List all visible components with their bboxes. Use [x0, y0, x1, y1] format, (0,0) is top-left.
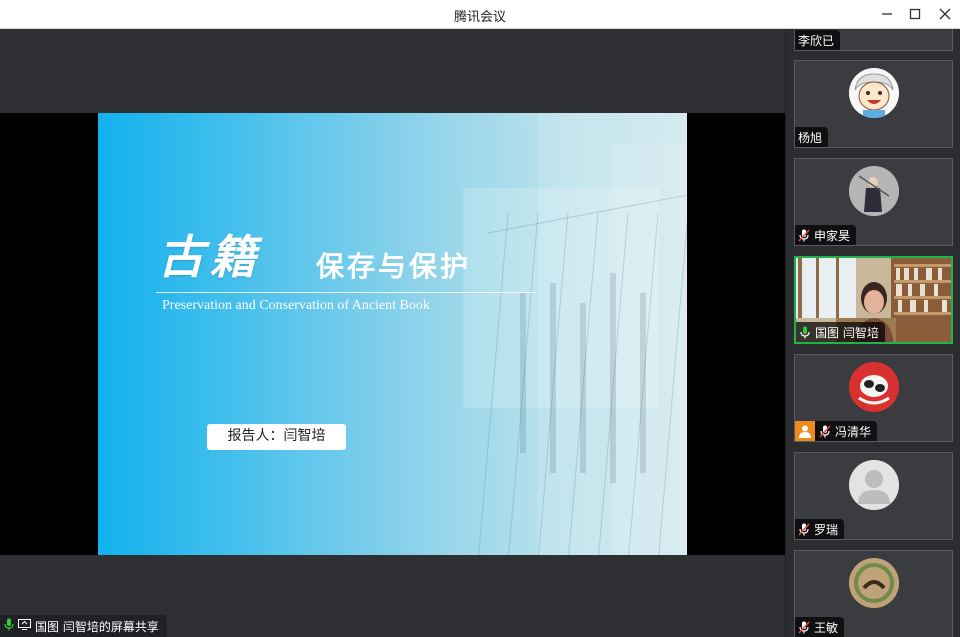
mic-muted-icon [798, 620, 810, 634]
screen-share-label: 国图 闫智培的屏幕共享 [35, 619, 159, 634]
participant-tile[interactable]: 王敏 [794, 550, 953, 637]
minimize-icon[interactable] [876, 4, 898, 24]
mic-muted-icon [798, 522, 810, 536]
mic-muted-icon [798, 228, 810, 242]
participant-tile[interactable]: 申家昊 [794, 158, 953, 246]
slide-subtitle-cn: 保存与保护 [316, 250, 472, 283]
participant-name: 杨旭 [798, 130, 823, 145]
participant-tile[interactable]: 杨旭 [794, 60, 953, 148]
participant-tile-active-speaker[interactable]: 国图 闫智培 [794, 256, 953, 344]
host-user-icon [795, 421, 815, 441]
mic-muted-icon [819, 424, 831, 438]
participant-name: 冯清华 [835, 424, 872, 439]
participant-name-tag: 申家昊 [795, 225, 857, 245]
avatar [849, 68, 899, 118]
shared-screen-stage: 古籍 保存与保护 Preservation and Conservation o… [0, 113, 785, 555]
participant-name: 申家昊 [814, 228, 851, 243]
participant-name-tag: 冯清华 [795, 421, 878, 441]
participant-name: 国图 闫智培 [815, 325, 879, 340]
presentation-slide: 古籍 保存与保护 Preservation and Conservation o… [98, 113, 687, 555]
participant-tile[interactable]: 冯清华 [794, 354, 953, 442]
slide-reporter-label: 报告人：闫智培 [207, 424, 346, 450]
mic-icon [4, 618, 14, 634]
participant-name-tag: 杨旭 [795, 127, 829, 147]
maximize-icon[interactable] [904, 4, 926, 24]
avatar [849, 460, 899, 510]
participant-sidebar[interactable]: 李欣已 杨旭 申家昊 国图 闫智培 冯清华 罗瑞 王敏 [785, 29, 960, 637]
participant-name: 罗瑞 [814, 522, 839, 537]
close-icon[interactable] [934, 4, 956, 24]
window-title: 腾讯会议 [453, 10, 506, 25]
ancient-book-watermark [478, 194, 687, 555]
participant-name-tag: 李欣已 [795, 30, 841, 50]
participant-name-tag: 国图 闫智培 [796, 322, 885, 342]
slide-divider [156, 292, 536, 293]
avatar [849, 362, 899, 412]
participant-tile[interactable]: 李欣已 [794, 29, 953, 51]
participant-name: 李欣已 [798, 33, 835, 48]
participant-name-tag: 王敏 [795, 617, 845, 637]
mic-active-icon [799, 326, 811, 339]
participant-tile[interactable]: 罗瑞 [794, 452, 953, 540]
avatar [849, 166, 899, 216]
avatar [849, 558, 899, 608]
screen-share-badge: 国图 闫智培的屏幕共享 [0, 615, 167, 637]
participant-name: 王敏 [814, 620, 839, 635]
participant-name-tag: 罗瑞 [795, 519, 845, 539]
slide-title-cn: 古籍 [158, 230, 262, 284]
slide-subtitle-en: Preservation and Conservation of Ancient… [162, 298, 430, 313]
shared-screen-area[interactable]: 古籍 保存与保护 Preservation and Conservation o… [0, 29, 785, 637]
title-bar: 腾讯会议 [0, 0, 960, 29]
screen-share-icon [18, 619, 31, 633]
